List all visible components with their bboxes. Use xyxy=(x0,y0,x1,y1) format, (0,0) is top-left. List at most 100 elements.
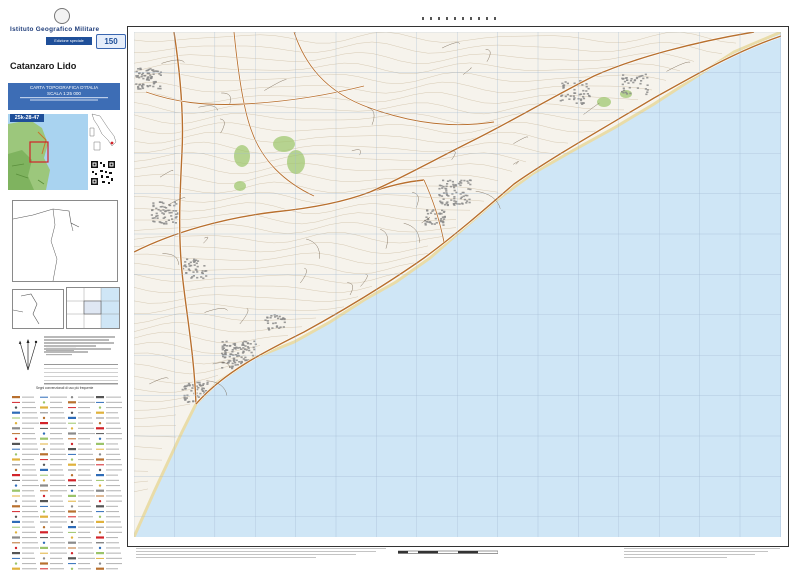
legend-symbol xyxy=(96,442,104,445)
building xyxy=(196,265,199,268)
building xyxy=(449,185,453,188)
building xyxy=(461,191,464,194)
building xyxy=(190,277,193,279)
building xyxy=(646,76,649,79)
legend-text-line xyxy=(50,417,65,419)
legend-symbol xyxy=(98,453,102,456)
building xyxy=(468,201,471,204)
legend-text-line xyxy=(50,474,64,476)
legend-text-line xyxy=(78,448,92,450)
building xyxy=(174,222,177,224)
building xyxy=(443,210,446,213)
legend-text-line xyxy=(50,407,63,409)
building xyxy=(446,180,450,182)
legend-text-line xyxy=(78,474,91,476)
building xyxy=(585,90,588,92)
building xyxy=(156,217,159,219)
geographic-outline-inset xyxy=(12,200,118,282)
legend-text-line xyxy=(22,479,38,481)
legend-text-line xyxy=(106,417,119,419)
legend-symbol xyxy=(68,448,76,451)
qr-code-icon[interactable] xyxy=(90,160,116,186)
building xyxy=(192,275,195,277)
legend-symbol xyxy=(14,484,18,487)
legend-text-line xyxy=(106,500,122,502)
building xyxy=(245,340,248,343)
building xyxy=(170,211,173,214)
legend-text-line xyxy=(78,542,92,544)
legend-text-line xyxy=(50,511,65,513)
building xyxy=(445,185,448,188)
building xyxy=(191,387,194,389)
building xyxy=(252,346,255,349)
building xyxy=(165,223,168,225)
building xyxy=(283,321,286,324)
legend-text-line xyxy=(50,438,63,440)
building xyxy=(223,343,226,346)
building xyxy=(573,82,576,85)
building xyxy=(238,346,241,349)
building xyxy=(442,224,445,226)
building xyxy=(441,220,444,222)
building xyxy=(158,221,161,223)
legend-symbol xyxy=(42,448,46,451)
building xyxy=(165,221,168,223)
legend-text-line xyxy=(78,422,93,424)
building xyxy=(274,322,277,324)
legend-text-line xyxy=(78,401,95,403)
building xyxy=(240,362,243,365)
building xyxy=(443,218,446,220)
legend-symbol xyxy=(70,567,74,570)
building xyxy=(221,348,224,351)
legend-text-line xyxy=(78,443,91,445)
building xyxy=(264,319,267,321)
legend-symbol xyxy=(40,531,48,534)
building xyxy=(629,79,633,82)
building xyxy=(163,216,167,219)
frame-tick xyxy=(454,17,456,20)
legend-text-line xyxy=(22,485,39,487)
building xyxy=(621,90,624,93)
building xyxy=(169,204,172,207)
legend-text-line xyxy=(106,443,118,445)
frame-tick xyxy=(462,17,464,20)
legend-text-line xyxy=(106,511,119,513)
vegetation-patch xyxy=(287,150,305,174)
legend-symbol xyxy=(70,458,74,461)
topographic-map[interactable] xyxy=(134,32,781,537)
publisher-brand: Istituto Geografico Militare Edizione sp… xyxy=(10,8,126,49)
building xyxy=(151,209,154,212)
building xyxy=(197,386,200,389)
building xyxy=(139,67,142,70)
legend-symbol xyxy=(98,531,102,534)
building xyxy=(140,75,143,78)
building xyxy=(457,182,460,185)
building xyxy=(452,183,455,186)
building xyxy=(244,356,247,359)
building xyxy=(200,276,203,278)
building xyxy=(440,195,444,197)
legend-symbol xyxy=(12,489,20,492)
legend-text-line xyxy=(22,537,37,539)
building xyxy=(621,78,624,80)
building xyxy=(232,343,235,345)
legend-text-line xyxy=(78,516,93,518)
legend-text-line xyxy=(50,526,62,528)
vegetation-patch xyxy=(234,145,250,167)
legend-symbol xyxy=(12,536,20,539)
building xyxy=(266,320,269,322)
legend-symbol xyxy=(42,416,46,420)
building xyxy=(135,70,138,73)
building xyxy=(242,351,245,353)
legend-symbol xyxy=(12,396,20,399)
building xyxy=(562,87,565,89)
building xyxy=(425,216,428,218)
building xyxy=(228,355,231,358)
building xyxy=(248,349,251,352)
building xyxy=(221,341,224,343)
building xyxy=(202,277,205,280)
frame-tick xyxy=(494,17,496,20)
legend-text-line xyxy=(106,552,121,554)
building xyxy=(196,381,199,384)
legend-text-line xyxy=(22,422,39,424)
